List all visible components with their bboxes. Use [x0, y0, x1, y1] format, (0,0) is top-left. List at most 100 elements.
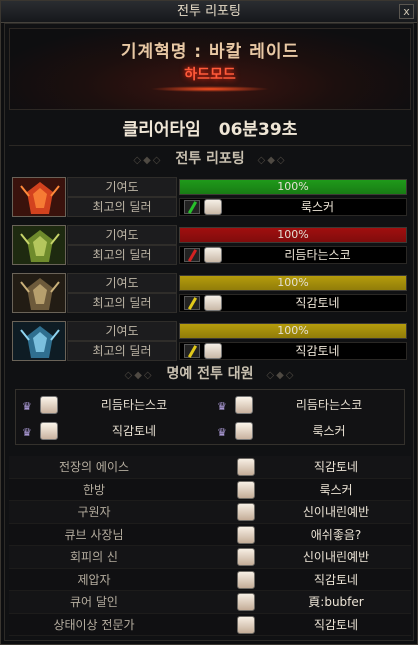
contribution-label: 기여도 [67, 225, 177, 245]
award-title: 회피의 신 [70, 550, 118, 564]
award-row[interactable]: 한방 룩스커 [9, 478, 411, 501]
avatar [237, 525, 255, 544]
award-row[interactable]: 큐어 달인 頁:bubfer [9, 591, 411, 614]
award-winner: 직감토네 [313, 572, 359, 587]
weapon-icon [184, 296, 200, 310]
avatar [237, 615, 255, 634]
mode-glow [150, 86, 270, 92]
weapon-icon [184, 248, 200, 262]
award-title: 상태이상 전문가 [53, 617, 135, 632]
top-dealer-name: 리듬타는스코 [284, 248, 351, 262]
top-dealer-label: 최고의 딜러 [67, 197, 177, 217]
top-dealer[interactable]: 직감토네 [179, 342, 407, 360]
clear-time-value: 06분39초 [218, 120, 298, 140]
avatar [237, 503, 255, 521]
award-winner: 애쉬좋음? [310, 527, 362, 542]
dungeon-header: 기계혁명 : 바칼 레이드 하드모드 [9, 28, 411, 110]
difficulty-mode: 하드모드 [184, 67, 236, 83]
award-row[interactable]: 구원자 신이내린예반 [9, 501, 411, 524]
award-title: 제압자 [77, 572, 111, 587]
contribution-label: 기여도 [67, 177, 177, 197]
award-winner: 룩스커 [319, 482, 353, 497]
honor-member[interactable]: ♛ 리듬타는스코 [16, 392, 211, 418]
fire-boss-icon [12, 177, 66, 217]
avatar [204, 343, 222, 359]
honor-member-name: 리듬타는스코 [295, 398, 363, 412]
crown-icon: ♛ [217, 426, 227, 439]
honor-member[interactable]: ♛ 리듬타는스코 [211, 392, 406, 418]
award-title: 전장의 에이스 [58, 460, 130, 474]
award-row[interactable]: 큐브 사장님 애쉬좋음? [9, 523, 411, 546]
top-dealer[interactable]: 리듬타는스코 [179, 246, 407, 264]
weapon-icon [184, 200, 200, 214]
contribution-bar: 100% [179, 275, 407, 291]
top-dealer-label: 최고의 딜러 [67, 341, 177, 361]
heading-ornament-left: ◇◆◇ [124, 370, 154, 381]
honor-title: 명예 전투 대원 [166, 366, 254, 382]
top-dealer-name: 룩스커 [300, 200, 335, 214]
avatar [237, 480, 255, 499]
award-title: 구원자 [77, 505, 111, 519]
contribution-percent: 100% [277, 228, 309, 241]
award-title: 큐브 사장님 [64, 527, 124, 542]
award-winner: 직감토네 [313, 460, 359, 474]
weapon-icon [184, 344, 200, 358]
boss-report: 기여도 100% 최고의 딜러 직감토네 [9, 320, 411, 362]
top-dealer-label: 최고의 딜러 [67, 293, 177, 313]
ice-boss-icon [12, 321, 66, 361]
avatar [40, 422, 58, 440]
earth-boss-icon [12, 273, 66, 313]
honor-member[interactable]: ♛ 직감토네 [16, 418, 211, 444]
avatar [235, 422, 253, 440]
award-row[interactable]: 상태이상 전문가 직감토네 [9, 613, 411, 636]
contribution-percent: 100% [277, 180, 309, 193]
heading-ornament-right: ◇◆◇ [257, 155, 287, 166]
contribution-label: 기여도 [67, 321, 177, 341]
dungeon-name: 기계혁명 : 바칼 레이드 [120, 42, 300, 62]
honor-member-name: 리듬타는스코 [100, 398, 168, 412]
report-panel: 기계혁명 : 바칼 레이드 하드모드 클리어타임 06분39초 ◇◆◇ 전투 리… [4, 23, 414, 641]
boss-report: 기여도 100% 최고의 딜러 직감토네 [9, 272, 411, 314]
heading-ornament-left: ◇◆◇ [133, 155, 163, 166]
crown-icon: ♛ [22, 400, 32, 413]
award-row[interactable]: 제압자 직감토네 [9, 568, 411, 591]
close-button[interactable]: x [399, 4, 414, 19]
award-winner: 신이내린예반 [302, 505, 370, 519]
honor-member-name: 룩스커 [312, 424, 346, 438]
avatar [235, 396, 253, 414]
award-row[interactable]: 전장의 에이스 직감토네 [9, 456, 411, 479]
avatar [204, 247, 222, 263]
contribution-percent: 100% [277, 324, 309, 337]
avatar [237, 593, 255, 611]
honor-heading: ◇◆◇ 명예 전투 대원 ◇◆◇ [9, 363, 411, 385]
award-winner: 신이내린예반 [302, 550, 370, 564]
battle-report-title: 전투 리포팅 [175, 151, 245, 167]
top-dealer[interactable]: 룩스커 [179, 198, 407, 216]
award-row[interactable]: 회피의 신 신이내린예반 [9, 546, 411, 569]
contribution-bar: 100% [179, 323, 407, 339]
clear-time-label: 클리어타임 [122, 120, 201, 140]
top-dealer-name: 직감토네 [295, 296, 340, 310]
battle-report-window: 전투 리포팅 x 기계혁명 : 바칼 레이드 하드모드 클리어타임 06분39초… [0, 0, 418, 645]
avatar [237, 570, 255, 589]
top-dealer[interactable]: 직감토네 [179, 294, 407, 312]
honor-member[interactable]: ♛ 룩스커 [211, 418, 406, 444]
avatar [237, 458, 255, 476]
award-winner: 頁:bubfer [308, 595, 364, 609]
boss-report: 기여도 100% 최고의 딜러 리듬타는스코 [9, 224, 411, 266]
crown-icon: ♛ [22, 426, 32, 439]
window-titlebar[interactable]: 전투 리포팅 x [1, 1, 417, 23]
contribution-label: 기여도 [67, 273, 177, 293]
honor-member-name: 직감토네 [111, 424, 157, 438]
contribution-bar: 100% [179, 227, 407, 243]
award-title: 큐어 달인 [70, 595, 118, 609]
crown-icon: ♛ [217, 400, 227, 413]
avatar [204, 295, 222, 311]
award-title: 한방 [82, 482, 106, 497]
boss-report: 기여도 100% 최고의 딜러 룩스커 [9, 176, 411, 218]
top-dealer-name: 직감토네 [295, 344, 340, 358]
avatar [237, 548, 255, 566]
wind-boss-icon [12, 225, 66, 265]
contribution-percent: 100% [277, 276, 309, 289]
avatar [40, 396, 58, 414]
